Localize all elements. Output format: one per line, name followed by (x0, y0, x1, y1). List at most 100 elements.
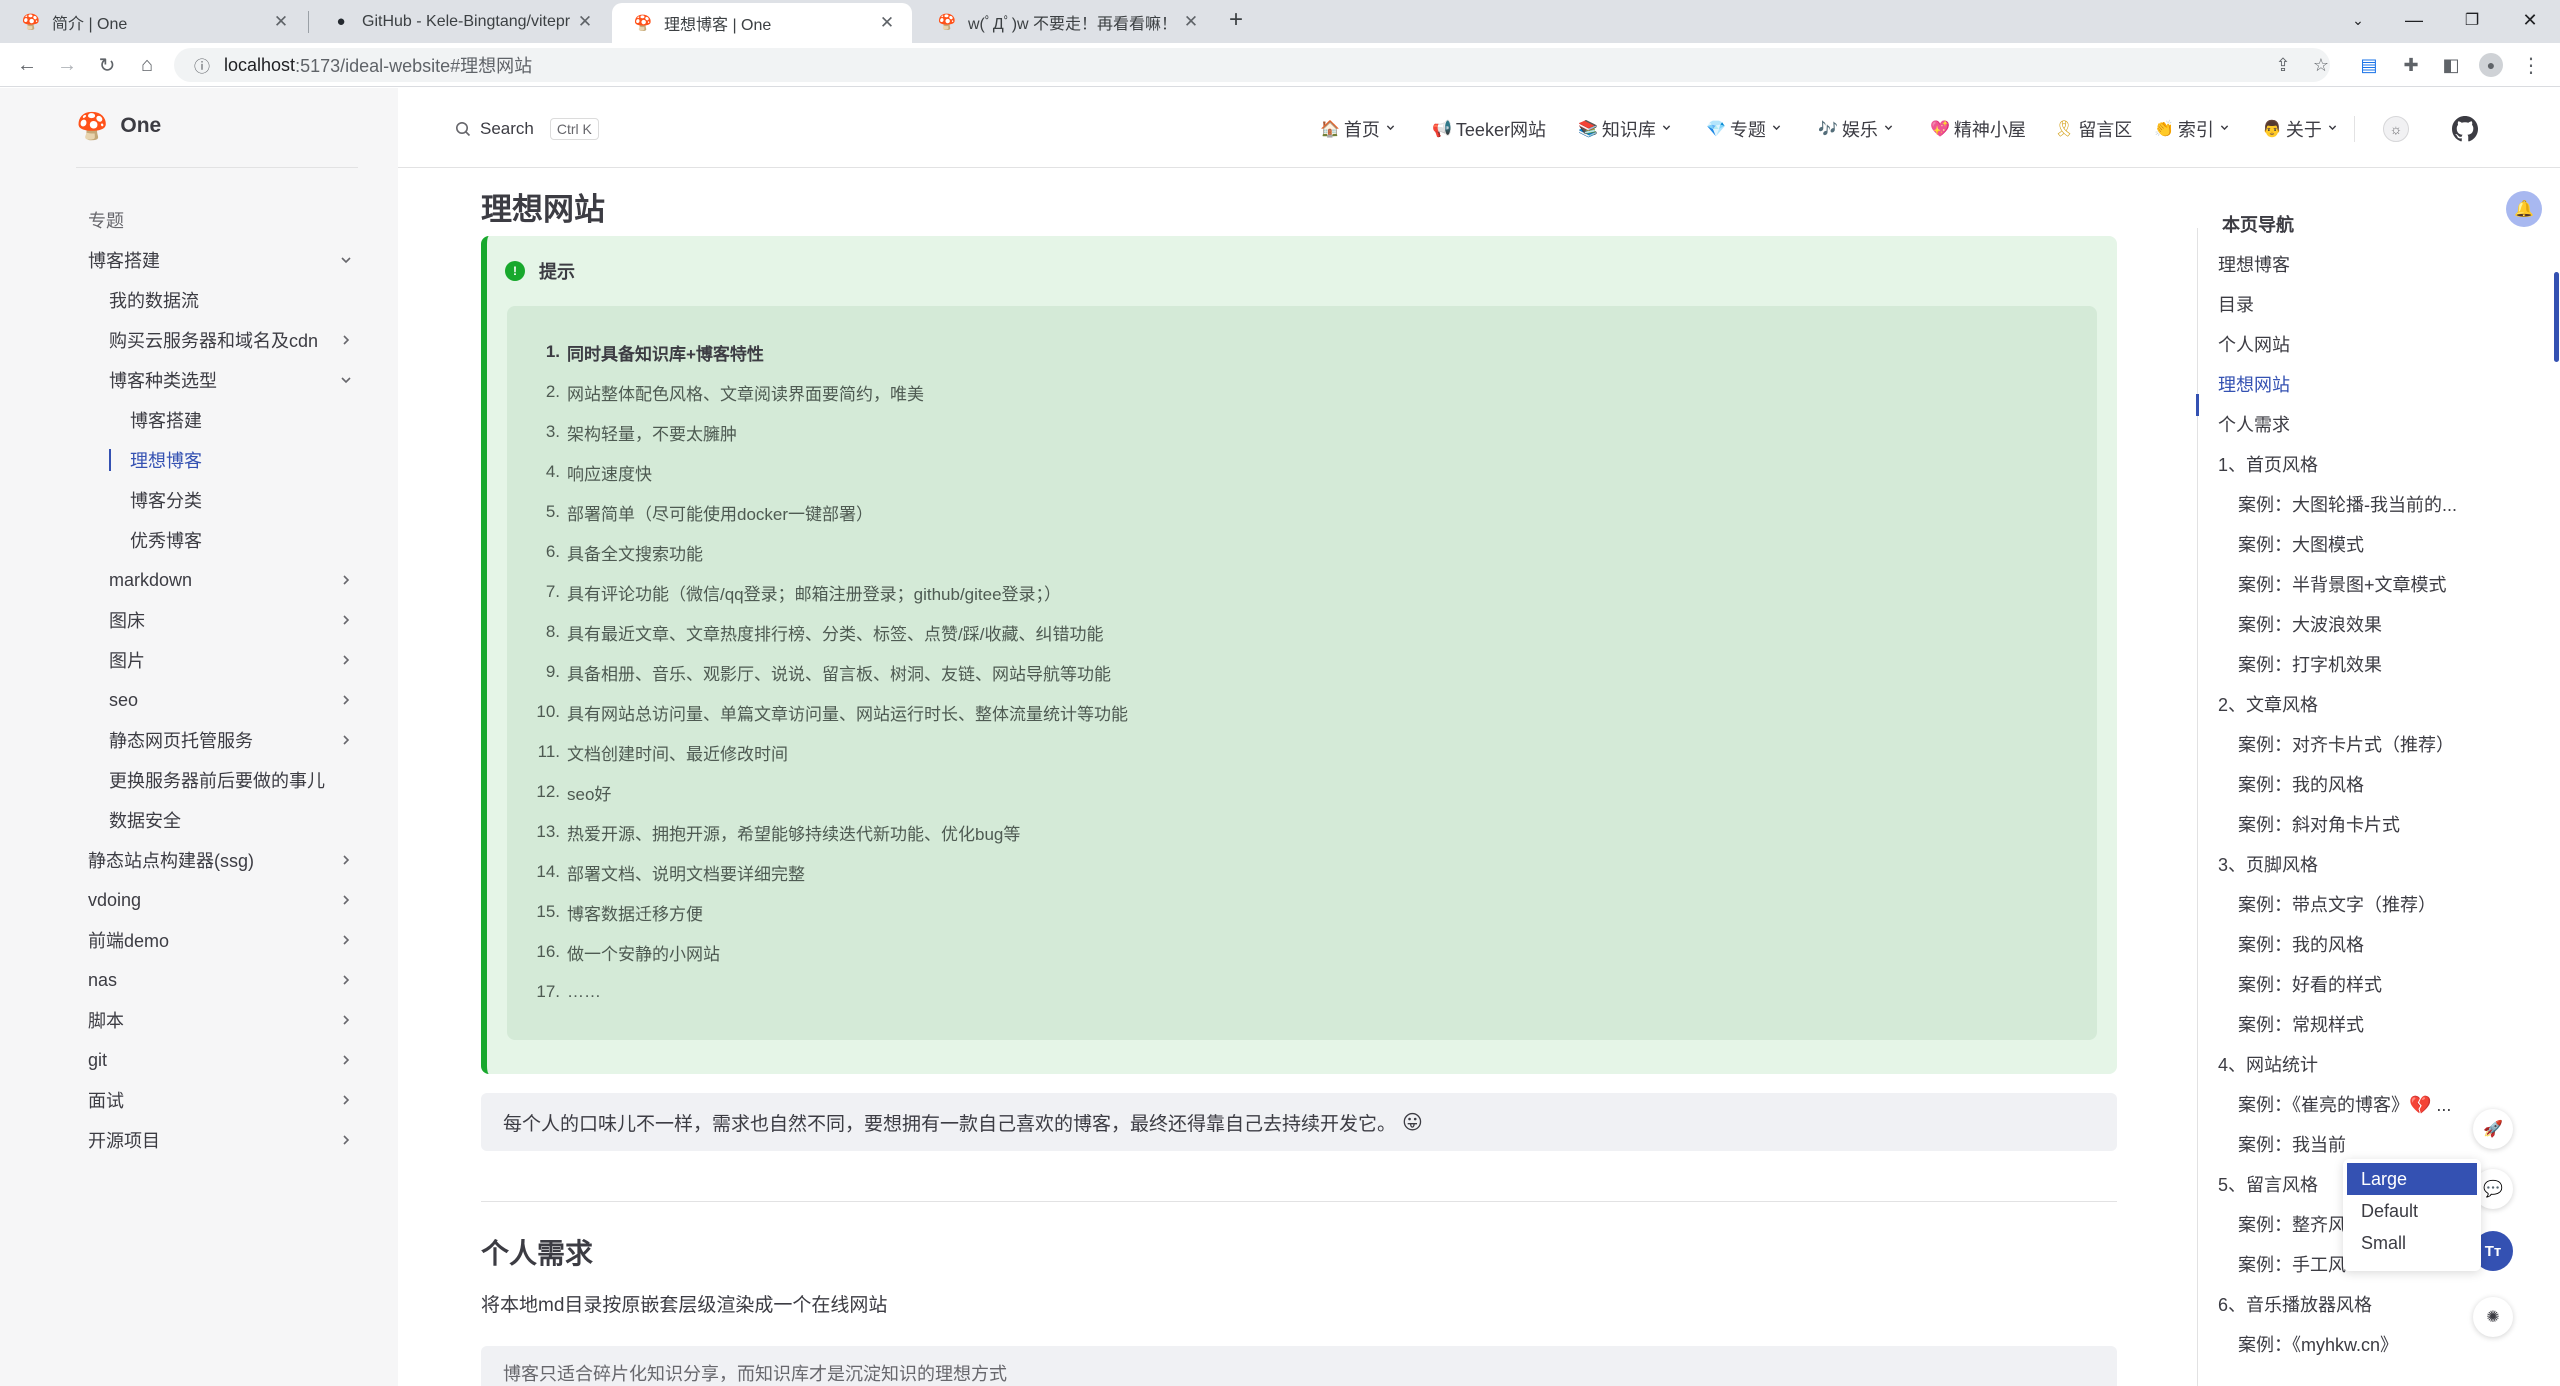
sidebar-item[interactable]: vdoing (88, 880, 141, 920)
sidebar-item[interactable]: nas (88, 960, 117, 1000)
theme-effects-button[interactable]: ✺ (2473, 1297, 2513, 1337)
sidebar-item[interactable]: 专题 (88, 200, 124, 240)
outline-item[interactable]: 案例：整齐风 (2238, 1204, 2346, 1244)
back-to-top-button[interactable]: 🚀 (2473, 1109, 2513, 1149)
sidebar-item[interactable]: 图片 (109, 640, 145, 680)
close-tab-icon[interactable]: ✕ (1180, 12, 1202, 32)
browser-tab[interactable]: 🍄 w(ﾟДﾟ)w 不要走！再看看嘛！ ✕ (916, 0, 1216, 43)
back-button[interactable]: ← (10, 43, 44, 87)
chevron-down-icon[interactable] (336, 240, 356, 280)
nav-item[interactable]: 📢 Teeker网站 (1432, 114, 1546, 144)
forward-button[interactable]: → (50, 43, 84, 87)
sidebar-item[interactable]: 理想博客 (130, 440, 202, 480)
close-tab-icon[interactable]: ✕ (574, 12, 596, 32)
outline-item[interactable]: 案例：打字机效果 (2238, 644, 2382, 684)
close-tab-icon[interactable]: ✕ (876, 13, 898, 33)
outline-item[interactable]: 6、音乐播放器风格 (2218, 1284, 2372, 1324)
outline-item[interactable]: 案例：大波浪效果 (2238, 604, 2382, 644)
minimize-button[interactable]: — (2386, 0, 2442, 40)
sidebar-item[interactable]: 购买云服务器和域名及cdn (109, 320, 318, 360)
outline-item[interactable]: 案例：常规样式 (2238, 1004, 2364, 1044)
sidebar-item[interactable]: 博客种类选型 (109, 360, 217, 400)
sidebar-item[interactable]: 更换服务器前后要做的事儿 (109, 760, 325, 800)
outline-item[interactable]: 目录 (2218, 284, 2254, 324)
share-icon[interactable]: ⇪ (2266, 48, 2300, 82)
reading-list-icon[interactable]: ▤ (2352, 43, 2386, 87)
sidebar-item[interactable]: 博客搭建 (88, 240, 160, 280)
nav-item[interactable]: 👏 索引 (2154, 114, 2230, 144)
side-panel-icon[interactable]: ◧ (2434, 43, 2468, 87)
sidebar-item[interactable]: 优秀博客 (130, 520, 202, 560)
reload-button[interactable]: ↻ (90, 43, 124, 87)
profile-avatar[interactable]: ● (2474, 43, 2508, 87)
site-info-icon[interactable]: ⓘ (194, 53, 210, 77)
outline-item[interactable]: 案例：大图模式 (2238, 524, 2364, 564)
notification-bell-button[interactable]: 🔔 (2506, 191, 2542, 227)
outline-item[interactable]: 案例：《myhkw.cn》 (2238, 1324, 2398, 1364)
font-size-option[interactable]: Large (2347, 1163, 2477, 1195)
sidebar-item[interactable]: 面试 (88, 1080, 124, 1120)
nav-item[interactable]: 📚 知识库 (1578, 114, 1672, 144)
menu-kebab-icon[interactable]: ⋮ (2514, 43, 2548, 87)
chevron-right-icon[interactable] (336, 680, 356, 720)
sidebar-item[interactable]: 我的数据流 (109, 280, 199, 320)
outline-item[interactable]: 4、网站统计 (2218, 1044, 2318, 1084)
chevron-right-icon[interactable] (336, 1000, 356, 1040)
chevron-right-icon[interactable] (336, 560, 356, 600)
nav-item[interactable]: 🎗 留言区 (2054, 114, 2132, 144)
outline-item[interactable]: 案例：手工风格 (2238, 1244, 2348, 1284)
chevron-right-icon[interactable] (336, 960, 356, 1000)
chevron-down-icon[interactable] (336, 360, 356, 400)
bookmark-star-icon[interactable]: ☆ (2304, 48, 2338, 82)
extensions-icon[interactable]: ✚ (2394, 43, 2428, 87)
outline-item[interactable]: 案例：好看的样式 (2238, 964, 2382, 1004)
site-brand[interactable]: 🍄 One (76, 108, 161, 144)
chevron-right-icon[interactable] (336, 1120, 356, 1160)
font-size-option[interactable]: Default (2347, 1195, 2477, 1227)
home-button[interactable]: ⌂ (130, 43, 164, 87)
chevron-right-icon[interactable] (336, 880, 356, 920)
chevron-right-icon[interactable] (336, 840, 356, 880)
browser-tab[interactable]: 🍄 理想博客 | One ✕ (612, 3, 912, 43)
browser-tab[interactable]: ● GitHub - Kele-Bingtang/vitepr ✕ (310, 0, 610, 43)
outline-item[interactable]: 3、页脚风格 (2218, 844, 2318, 884)
new-tab-button[interactable]: + (1218, 0, 1254, 40)
nav-item[interactable]: 🏠 首页 (1320, 114, 1396, 144)
outline-item[interactable]: 案例：斜对角卡片式 (2238, 804, 2400, 844)
outline-item[interactable]: 理想博客 (2218, 244, 2290, 284)
appearance-toggle[interactable]: ☼ (2383, 116, 2409, 142)
sidebar-item[interactable]: 前端demo (88, 920, 169, 960)
nav-item[interactable]: 💎 专题 (1706, 114, 1782, 144)
chevron-right-icon[interactable] (336, 320, 356, 360)
tab-search-icon[interactable]: ⌄ (2330, 0, 2386, 40)
sidebar-item[interactable]: 图床 (109, 600, 145, 640)
sidebar-item[interactable]: 数据安全 (109, 800, 181, 840)
close-window-button[interactable]: ✕ (2502, 0, 2558, 40)
maximize-button[interactable]: ❐ (2444, 0, 2500, 40)
outline-item[interactable]: 个人需求 (2218, 404, 2290, 444)
outline-item[interactable]: 案例：大图轮播-我当前的... (2238, 484, 2457, 524)
outline-item[interactable]: 案例：对齐卡片式（推荐） (2238, 724, 2454, 764)
outline-item[interactable]: 案例：我的风格 (2238, 924, 2364, 964)
chevron-right-icon[interactable] (336, 1080, 356, 1120)
search-button[interactable]: Search Ctrl K (455, 114, 599, 144)
nav-item[interactable]: 👨 关于 (2262, 114, 2338, 144)
outline-item[interactable]: 理想网站 (2218, 364, 2290, 404)
chevron-right-icon[interactable] (336, 640, 356, 680)
outline-item[interactable]: 案例：我的风格 (2238, 764, 2364, 804)
outline-item[interactable]: 个人网站 (2218, 324, 2290, 364)
sidebar-item[interactable]: seo (109, 680, 138, 720)
close-tab-icon[interactable]: ✕ (270, 12, 292, 32)
sidebar-item[interactable]: 静态站点构建器(ssg) (88, 840, 254, 880)
chevron-right-icon[interactable] (336, 1040, 356, 1080)
sidebar-item[interactable]: markdown (109, 560, 192, 600)
sidebar-item[interactable]: 静态网页托管服务 (109, 720, 253, 760)
sidebar-item[interactable]: 博客搭建 (130, 400, 202, 440)
outline-item[interactable]: 案例：带点文字（推荐） (2238, 884, 2436, 924)
nav-item[interactable]: 💖 精神小屋 (1930, 114, 2026, 144)
address-bar[interactable]: ⓘ localhost:5173/ideal-website#理想网站 (174, 48, 2330, 82)
sidebar-item[interactable]: 博客分类 (130, 480, 202, 520)
outline-item[interactable]: 5、留言风格 (2218, 1164, 2318, 1204)
sidebar-item[interactable]: git (88, 1040, 107, 1080)
sidebar-item[interactable]: 开源项目 (88, 1120, 160, 1160)
